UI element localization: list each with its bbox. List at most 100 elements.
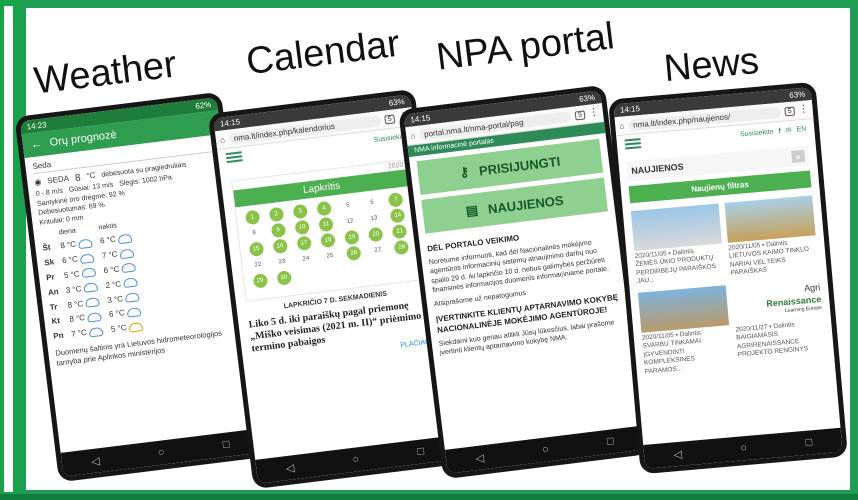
night-temp-value: 3 °C bbox=[106, 293, 124, 305]
night-temp-value: 2 °C bbox=[105, 279, 122, 291]
calendar-day[interactable]: 8 bbox=[246, 226, 262, 242]
news-card[interactable]: Agri Renaissance Learning Europe 2020/11… bbox=[732, 277, 827, 369]
news-image bbox=[637, 284, 730, 333]
news-card[interactable]: 2020/11/05 ▪ Dalintis SVARBU TINKAMAI ĮG… bbox=[637, 284, 733, 377]
calendar-day[interactable]: 11 bbox=[318, 216, 334, 233]
night-temp: 6 °C bbox=[100, 232, 141, 248]
night-temp-value: 6 °C bbox=[103, 264, 120, 276]
day-temp-value: 6 °C bbox=[61, 254, 79, 266]
calendar-day[interactable]: 25 bbox=[322, 248, 338, 264]
day-label: Tr bbox=[49, 301, 58, 312]
calendar-day[interactable]: 21 bbox=[392, 223, 408, 240]
calendar-day[interactable]: 5 bbox=[340, 198, 356, 214]
menu-kebab-icon[interactable]: ⋮ bbox=[588, 107, 599, 119]
collapse-icon[interactable]: « bbox=[791, 149, 806, 163]
tab-count[interactable]: 5 bbox=[384, 113, 396, 125]
calendar-day[interactable]: 15 bbox=[248, 241, 264, 257]
calendar-day[interactable]: 9 bbox=[270, 222, 286, 239]
day-temp-value: 8 °C bbox=[68, 313, 86, 325]
back-nav-icon[interactable]: ◁ bbox=[673, 447, 682, 461]
night-temp: 6 °C bbox=[109, 306, 150, 322]
calendar-day[interactable]: 7 bbox=[388, 191, 404, 208]
calendar-day[interactable]: 6 bbox=[364, 195, 380, 211]
calendar-day[interactable]: 3 bbox=[292, 203, 308, 220]
news-card[interactable]: 2020/11/05 ▪ Dalintis LIETUVOS KAIMO TIN… bbox=[724, 195, 818, 278]
day-temp: 5 °C bbox=[64, 266, 105, 282]
news-grid: 2020/11/05 ▪ Dalintis ŽEMĖS ŪKIO PRODUKT… bbox=[623, 192, 835, 381]
weather-app-title: Orų prognozė bbox=[49, 128, 118, 149]
calendar-day[interactable]: 1 bbox=[244, 209, 261, 226]
calendar-day[interactable]: 16 bbox=[272, 238, 288, 255]
calendar-day[interactable]: 28 bbox=[394, 239, 410, 256]
cloud-icon bbox=[120, 262, 136, 274]
day-temp: 8 °C bbox=[67, 296, 108, 312]
tab-count[interactable]: 5 bbox=[574, 109, 586, 120]
cloud-icon bbox=[81, 267, 97, 279]
cloud-icon bbox=[84, 297, 100, 308]
hamburger-menu-icon[interactable] bbox=[225, 151, 243, 164]
calendar-day[interactable]: 24 bbox=[298, 251, 314, 267]
cloud-icon bbox=[117, 233, 133, 245]
home-icon[interactable]: ⌂ bbox=[619, 121, 625, 130]
calendar-day[interactable]: 18 bbox=[320, 232, 336, 249]
back-nav-icon[interactable]: ◁ bbox=[90, 454, 101, 468]
night-temp-value: 7 °C bbox=[101, 249, 119, 261]
forecast-table: diena naktis Št 8 °C 6 °C Sk 6 °C 7 °C Pr 5 °C… bbox=[40, 208, 236, 343]
calendar-day[interactable]: 13 bbox=[366, 211, 382, 227]
recent-nav-icon[interactable]: □ bbox=[606, 435, 614, 448]
night-temp: 5 °C bbox=[110, 320, 151, 336]
home-icon[interactable]: ⌂ bbox=[410, 131, 416, 141]
email-icon[interactable]: ✉ bbox=[785, 126, 791, 134]
calendar-day[interactable]: 2 bbox=[268, 206, 284, 223]
share-button[interactable]: ▪ Dalintis bbox=[769, 321, 795, 330]
menu-kebab-icon[interactable]: ⋮ bbox=[798, 103, 809, 115]
night-temp-value: 6 °C bbox=[108, 308, 126, 320]
cloud-icon bbox=[86, 311, 102, 323]
hamburger-menu-icon[interactable] bbox=[624, 138, 642, 150]
home-nav-icon[interactable]: ○ bbox=[157, 446, 165, 459]
calendar-day[interactable]: 4 bbox=[316, 200, 332, 217]
calendar-day[interactable]: 17 bbox=[296, 235, 312, 252]
recent-nav-icon[interactable]: □ bbox=[805, 436, 813, 449]
back-nav-icon[interactable]: ◁ bbox=[285, 461, 295, 475]
location-pin-icon: ◉ bbox=[33, 177, 42, 188]
home-icon[interactable]: ⌂ bbox=[219, 135, 225, 145]
back-arrow-icon[interactable]: ← bbox=[30, 138, 42, 151]
calendar-day[interactable]: 26 bbox=[346, 245, 362, 262]
calendar-day[interactable]: 20 bbox=[368, 226, 384, 243]
cloud-icon bbox=[77, 238, 93, 250]
news-screen: 14:15 63% ⌂ nma.lt/index.php/naujienos/ 5… bbox=[613, 87, 843, 469]
day-label: Pn bbox=[52, 330, 65, 342]
share-label: Dalintis bbox=[765, 239, 788, 249]
contact-link[interactable]: Susisiekite bbox=[740, 128, 774, 138]
status-time: 14:15 bbox=[409, 113, 431, 125]
home-nav-icon[interactable]: ○ bbox=[541, 443, 549, 456]
calendar-day[interactable]: 22 bbox=[250, 257, 266, 273]
day-temp-value: 8 °C bbox=[67, 298, 84, 310]
calendar-day[interactable]: 19 bbox=[344, 229, 360, 246]
calendar-day[interactable]: 30 bbox=[276, 270, 292, 286]
news-card[interactable]: 2020/11/05 ▪ Dalintis ŽEMĖS ŪKIO PRODUKT… bbox=[630, 203, 725, 287]
calendar-day[interactable]: 29 bbox=[252, 273, 268, 289]
calendar-day[interactable]: 10 bbox=[294, 219, 310, 236]
facebook-icon[interactable]: f bbox=[778, 127, 781, 134]
calendar-day[interactable]: 27 bbox=[370, 243, 386, 259]
night-temp-value: 5 °C bbox=[110, 323, 128, 335]
home-nav-icon[interactable]: ○ bbox=[352, 453, 360, 466]
recent-nav-icon[interactable]: □ bbox=[417, 445, 425, 458]
back-nav-icon[interactable]: ◁ bbox=[475, 451, 485, 465]
language-switch[interactable]: EN bbox=[796, 125, 806, 133]
temp-unit: °C bbox=[85, 170, 96, 181]
status-time: 14:23 bbox=[26, 120, 48, 132]
col-night-label: naktis bbox=[98, 222, 118, 232]
cloud-icon bbox=[88, 326, 104, 338]
recent-nav-icon[interactable]: □ bbox=[222, 438, 230, 451]
calendar-day[interactable]: 23 bbox=[274, 254, 290, 270]
calendar-day[interactable]: 12 bbox=[342, 214, 358, 230]
tab-count[interactable]: 5 bbox=[784, 106, 796, 116]
share-label: Dalintis bbox=[773, 321, 795, 330]
status-time: 14:15 bbox=[219, 117, 241, 129]
home-nav-icon[interactable]: ○ bbox=[740, 442, 748, 455]
calendar-day[interactable]: 14 bbox=[390, 207, 406, 224]
key-icon: ⚷ bbox=[458, 163, 470, 180]
